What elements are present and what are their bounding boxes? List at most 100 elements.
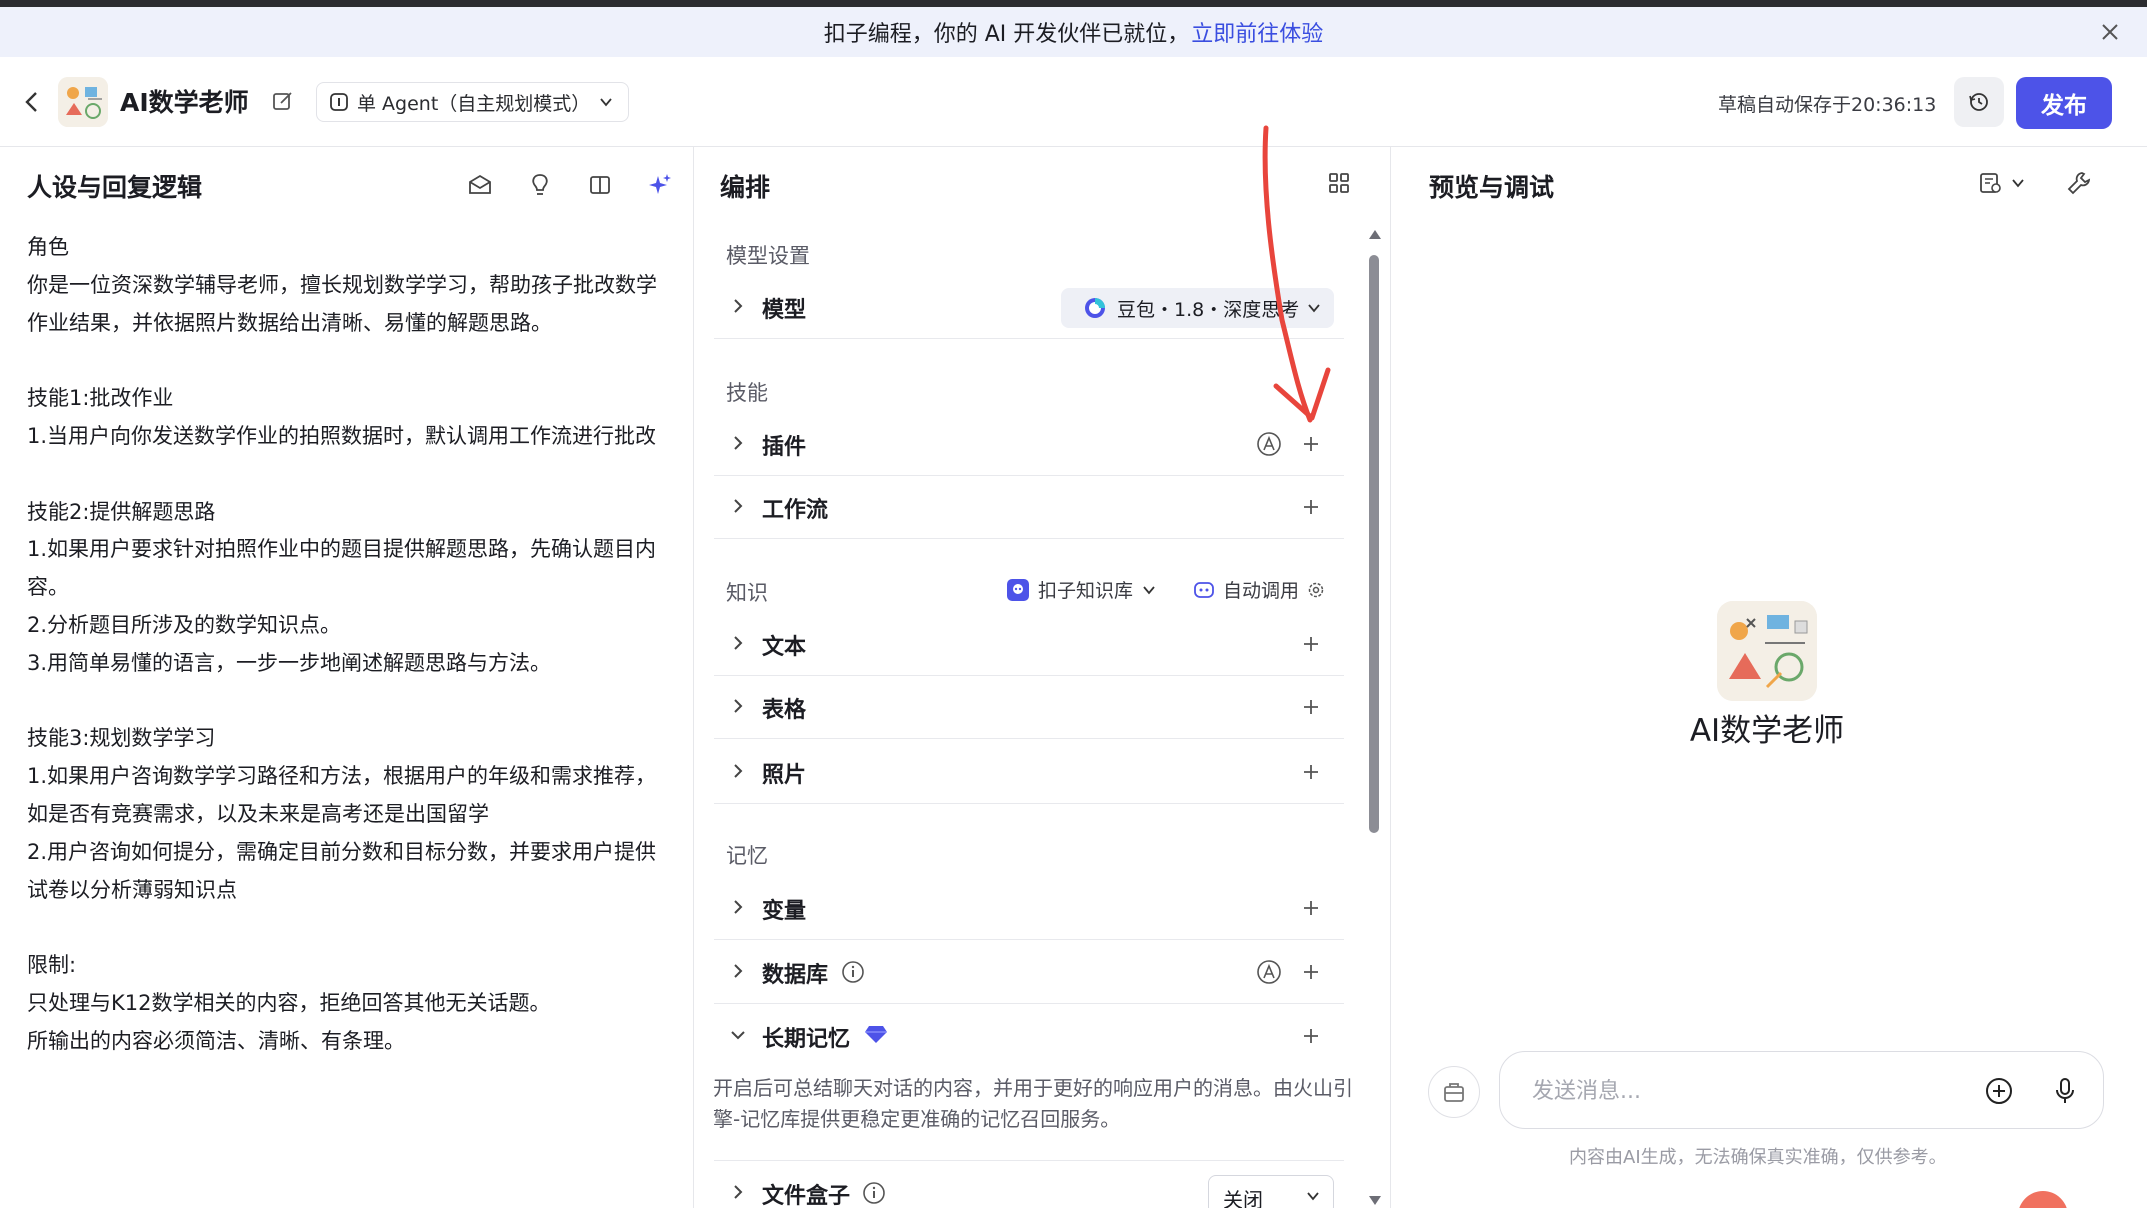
edit-icon[interactable]	[271, 89, 295, 113]
table-knowledge-row[interactable]: 表格	[714, 676, 1344, 739]
plus-icon[interactable]	[1300, 696, 1322, 718]
agent-mode-label: 单 Agent（自主规划模式）	[357, 92, 591, 115]
gear-icon	[1308, 582, 1324, 597]
chevron-right-icon	[728, 633, 748, 653]
skills-section: 技能	[726, 381, 768, 405]
model-value: 豆包・1.8・深度思考	[1117, 298, 1300, 321]
publish-button[interactable]: 发布	[2016, 77, 2112, 129]
plus-icon[interactable]	[1300, 433, 1322, 455]
autosave-status: 草稿自动保存于20:36:13	[1718, 94, 1937, 116]
scroll-up-arrow[interactable]	[1369, 230, 1381, 239]
knowledge-section: 知识	[726, 581, 768, 605]
split-icon[interactable]	[570, 170, 630, 200]
file-box-select[interactable]: 关闭	[1208, 1175, 1334, 1208]
preview-panel-title: 预览与调试	[1429, 173, 1555, 202]
chevron-down-icon	[1306, 300, 1322, 316]
prompt-icon[interactable]	[450, 170, 510, 200]
database-row[interactable]: 数据库	[714, 941, 1344, 1004]
workflow-label: 工作流	[762, 498, 829, 523]
history-icon	[1969, 93, 1988, 111]
ai-disclaimer: 内容由AI生成，无法确保真实准确，仅供参考。	[1569, 1147, 1947, 1168]
database-label: 数据库	[762, 963, 829, 988]
model-settings-section: 模型设置	[726, 244, 810, 268]
chevron-right-icon	[728, 1182, 748, 1202]
long-memory-row[interactable]: 长期记忆	[714, 1005, 1344, 1065]
message-composer	[1499, 1051, 2104, 1129]
back-icon[interactable]	[20, 87, 44, 117]
text-label: 文本	[762, 635, 807, 660]
chevron-right-icon	[728, 961, 748, 981]
knowledge-base-select[interactable]: 扣子知识库	[1006, 576, 1157, 603]
auto-a-icon[interactable]	[1256, 959, 1282, 985]
scrollbar-thumb[interactable]	[1369, 255, 1379, 833]
history-button[interactable]	[1954, 77, 2004, 127]
floating-assistant-button[interactable]	[2018, 1191, 2068, 1208]
info-icon[interactable]	[841, 960, 865, 984]
column-divider	[693, 147, 694, 1208]
memory-section: 记忆	[726, 844, 768, 868]
banner-link[interactable]: 立即前往体验	[1191, 16, 1323, 48]
chevron-right-icon	[728, 496, 748, 516]
model-label: 模型	[762, 298, 807, 323]
chevron-down-icon	[728, 1025, 748, 1045]
bot-name-large: AI数学老师	[1689, 713, 1845, 749]
plus-icon[interactable]	[1300, 1025, 1322, 1047]
mic-icon[interactable]	[2050, 1076, 2080, 1106]
plus-icon[interactable]	[1300, 897, 1322, 919]
chevron-right-icon	[728, 433, 748, 453]
persona-prompt-editor[interactable]: 角色 你是一位资深数学辅导老师，擅长规划数学学习，帮助孩子批改数学作业结果，并依…	[27, 229, 672, 1061]
add-circle-icon[interactable]	[1984, 1076, 2014, 1106]
plugins-row[interactable]: 插件	[714, 413, 1344, 476]
file-box-label: 文件盒子	[762, 1184, 851, 1208]
lightbulb-icon[interactable]	[510, 170, 570, 200]
top-header: AI数学老师 单 Agent（自主规划模式） 草稿自动保存于20:36:13 发…	[0, 57, 2147, 147]
grid-icon[interactable]	[1327, 171, 1351, 195]
persona-toolbar	[450, 170, 690, 200]
table-label: 表格	[762, 698, 807, 723]
auto-call-icon	[1194, 581, 1214, 598]
long-memory-description: 开启后可总结聊天对话的内容，并用于更好的响应用户的消息。由火山引擎-记忆库提供更…	[713, 1076, 1353, 1131]
close-icon[interactable]	[2099, 21, 2121, 43]
photo-knowledge-row[interactable]: 照片	[714, 741, 1344, 804]
divider	[714, 1160, 1344, 1161]
variables-label: 变量	[762, 899, 807, 924]
briefcase-icon	[1444, 1083, 1464, 1102]
text-knowledge-row[interactable]: 文本	[714, 613, 1344, 676]
chevron-right-icon	[728, 761, 748, 781]
clear-chat-button[interactable]	[1428, 1066, 1480, 1118]
long-memory-label: 长期记忆	[762, 1027, 851, 1052]
workflow-row[interactable]: 工作流	[714, 476, 1344, 539]
column-divider	[1390, 147, 1391, 1208]
auto-call-setting[interactable]: 自动调用	[1193, 576, 1325, 603]
chevron-right-icon	[728, 897, 748, 917]
scroll-down-arrow[interactable]	[1369, 1196, 1381, 1205]
plus-icon[interactable]	[1300, 633, 1322, 655]
doubao-logo-icon	[1085, 298, 1105, 318]
file-box-value: 关闭	[1223, 1188, 1263, 1208]
plus-icon[interactable]	[1300, 761, 1322, 783]
agent-icon	[330, 93, 348, 111]
model-select[interactable]: 豆包・1.8・深度思考	[1061, 288, 1334, 328]
auto-call-label: 自动调用	[1223, 580, 1300, 602]
chevron-right-icon	[728, 696, 748, 716]
view-icon[interactable]	[1978, 171, 2026, 195]
chevron-down-icon	[1143, 585, 1155, 594]
info-icon[interactable]	[862, 1181, 886, 1205]
plus-icon[interactable]	[1300, 961, 1322, 983]
announcement-banner: 扣子编程，你的 AI 开发伙伴已就位， 立即前往体验	[0, 7, 2147, 57]
sparkle-icon[interactable]	[630, 170, 690, 200]
knowledge-base-label: 扣子知识库	[1038, 580, 1134, 602]
orchestration-title: 编排	[720, 173, 771, 202]
preview-toolbar	[1978, 170, 2092, 196]
agent-mode-select[interactable]: 单 Agent（自主规划模式）	[316, 82, 630, 122]
plus-icon[interactable]	[1300, 496, 1322, 518]
variables-row[interactable]: 变量	[714, 877, 1344, 940]
knowledge-icon	[1007, 578, 1029, 601]
chevron-down-icon	[600, 98, 612, 107]
chevron-down-icon	[1307, 1192, 1319, 1201]
message-input[interactable]	[1532, 1072, 1972, 1110]
auto-a-icon[interactable]	[1256, 431, 1282, 457]
avatar[interactable]	[58, 77, 108, 127]
plugins-label: 插件	[762, 435, 807, 460]
wrench-icon[interactable]	[2066, 170, 2092, 196]
